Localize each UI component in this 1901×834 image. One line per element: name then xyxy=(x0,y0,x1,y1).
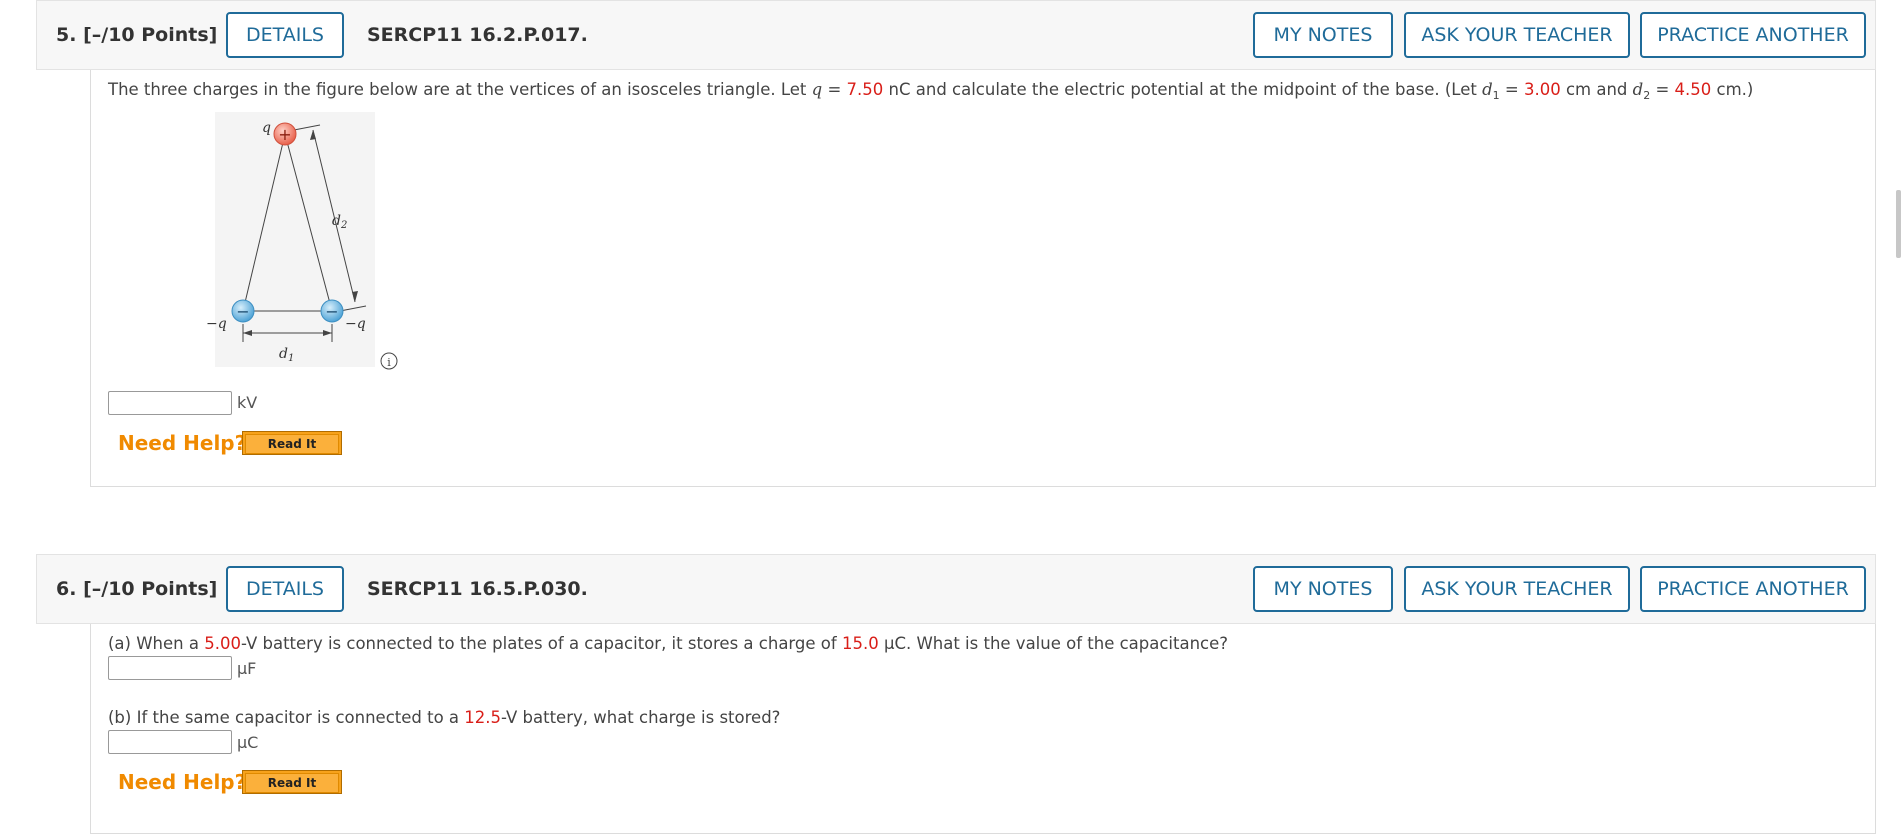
answer-unit: kV xyxy=(237,393,258,412)
details-button[interactable]: DETAILS xyxy=(226,566,344,612)
question-code: SERCP11 16.5.P.030. xyxy=(367,578,588,600)
ask-your-teacher-button[interactable]: ASK YOUR TEACHER xyxy=(1404,12,1630,58)
details-button[interactable]: DETAILS xyxy=(226,12,344,58)
positive-charge-sign: + xyxy=(278,125,291,144)
question-number: 5. [–/10 Points] xyxy=(56,24,218,46)
ask-your-teacher-button[interactable]: ASK YOUR TEACHER xyxy=(1404,566,1630,612)
need-help-label: Need Help? xyxy=(118,431,247,455)
label-q-top: q xyxy=(262,120,271,136)
question-6-body xyxy=(90,624,1876,834)
charges-triangle-figure: + − − q −q −q d1 d2 i xyxy=(206,112,398,370)
question-number: 6. [–/10 Points] xyxy=(56,578,218,600)
svg-text:i: i xyxy=(387,356,391,369)
scrollbar-thumb[interactable] xyxy=(1896,190,1901,258)
need-help-label: Need Help? xyxy=(118,770,247,794)
my-notes-button[interactable]: MY NOTES xyxy=(1253,566,1393,612)
label-q-right: −q xyxy=(345,316,366,332)
my-notes-button[interactable]: MY NOTES xyxy=(1253,12,1393,58)
answer-unit-a: μF xyxy=(237,659,257,678)
question-6-header: 6. [–/10 Points] DETAILS SERCP11 16.5.P.… xyxy=(36,554,1876,624)
question-code: SERCP11 16.2.P.017. xyxy=(367,24,588,46)
read-it-button[interactable]: Read It xyxy=(242,770,342,794)
read-it-button[interactable]: Read It xyxy=(242,431,342,455)
question-6-part-a-text: (a) When a 5.00-V battery is connected t… xyxy=(108,634,1229,653)
question-5-header: 5. [–/10 Points] DETAILS SERCP11 16.2.P.… xyxy=(36,0,1876,70)
negative-charge-right-sign: − xyxy=(325,302,338,321)
practice-another-button[interactable]: PRACTICE ANOTHER xyxy=(1640,12,1866,58)
answer-input-potential[interactable] xyxy=(108,391,232,415)
answer-input-capacitance[interactable] xyxy=(108,656,232,680)
negative-charge-left-sign: − xyxy=(236,302,249,321)
label-q-left: −q xyxy=(206,316,227,332)
answer-unit-b: μC xyxy=(237,733,259,752)
practice-another-button[interactable]: PRACTICE ANOTHER xyxy=(1640,566,1866,612)
question-6-part-b-text: (b) If the same capacitor is connected t… xyxy=(108,708,781,727)
answer-input-charge[interactable] xyxy=(108,730,232,754)
question-5-text: The three charges in the figure below ar… xyxy=(108,80,1754,102)
